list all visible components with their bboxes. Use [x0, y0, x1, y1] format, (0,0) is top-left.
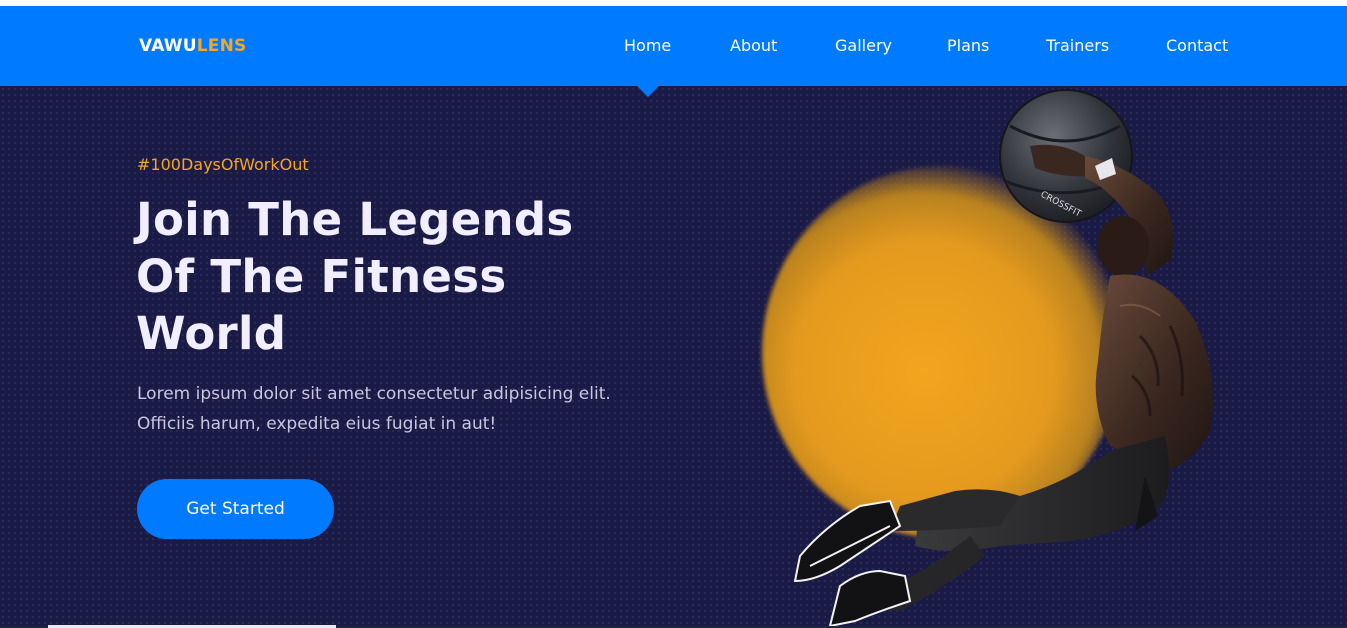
nav-home[interactable]: Home — [624, 35, 671, 57]
athlete-with-medicine-ball-image: CROSSFIT — [793, 89, 1213, 628]
landing-page: VAWULENS Home About Gallery Plans Traine… — [0, 0, 1347, 628]
hero-headline: Join The Legends Of The Fitness World — [136, 191, 656, 362]
main-nav: Home About Gallery Plans Trainers Contac… — [0, 35, 1347, 57]
sneaker-right — [828, 569, 912, 628]
headline-line-3: World — [136, 307, 287, 360]
hero-section: CROSSFIT #100DaysOfWorkOut Join The Lege… — [0, 86, 1347, 628]
headline-line-2: Of The Fitness — [136, 250, 507, 303]
active-nav-indicator — [637, 86, 659, 97]
hero-tagline: #100DaysOfWorkOut — [137, 155, 309, 174]
description-line-1: Lorem ipsum dolor sit amet consectetur a… — [137, 384, 611, 404]
sneaker-left — [793, 499, 902, 583]
nav-contact[interactable]: Contact — [1166, 35, 1228, 57]
nav-trainers[interactable]: Trainers — [1046, 35, 1109, 57]
description-line-2: Officiis harum, expedita eius fugiat in … — [137, 414, 497, 434]
nav-plans[interactable]: Plans — [947, 35, 989, 57]
nav-about[interactable]: About — [730, 35, 777, 57]
headline-line-1: Join The Legends — [136, 193, 574, 246]
get-started-button[interactable]: Get Started — [137, 479, 334, 539]
athlete-head — [1097, 216, 1149, 276]
hero-description: Lorem ipsum dolor sit amet consectetur a… — [137, 379, 657, 439]
navbar: VAWULENS Home About Gallery Plans Traine… — [0, 6, 1347, 86]
nav-gallery[interactable]: Gallery — [835, 35, 892, 57]
